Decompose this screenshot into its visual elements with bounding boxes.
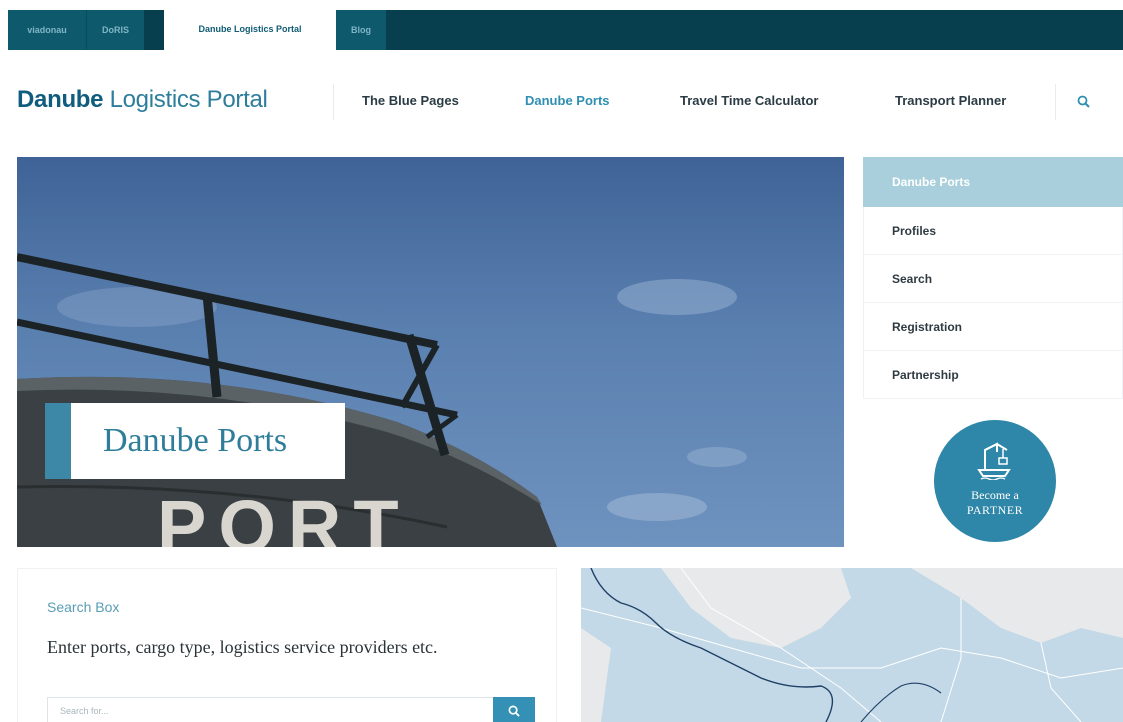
map-graphic	[581, 568, 1123, 722]
search-box-description: Enter ports, cargo type, logistics servi…	[47, 637, 438, 657]
danube-map[interactable]	[581, 568, 1123, 722]
nav-divider	[333, 84, 334, 120]
search-input[interactable]	[47, 697, 497, 722]
nav-travel-time-calculator[interactable]: Travel Time Calculator	[680, 74, 819, 128]
painted-port-text: PORT	[157, 485, 411, 547]
sidebar-item-search[interactable]: Search	[863, 255, 1123, 303]
nav-divider	[1055, 84, 1056, 120]
search-box-card: Search Box Enter ports, cargo type, logi…	[17, 568, 557, 722]
logo-rest-text: Logistics Portal	[103, 86, 268, 113]
partner-line-1: Become a	[971, 488, 1019, 502]
sidebar-item-registration[interactable]: Registration	[863, 303, 1123, 351]
site-switcher-bar: viadonau DoRIS Danube Logistics Portal B…	[8, 9, 1123, 50]
hero-photo: PORT	[17, 253, 747, 547]
nav-transport-planner[interactable]: Transport Planner	[895, 74, 1006, 128]
nav-search-button[interactable]	[1058, 74, 1108, 128]
hero-title-box: Danube Ports	[45, 403, 345, 479]
sidebar-item-profiles[interactable]: Profiles	[863, 207, 1123, 255]
sidebar-item-partnership[interactable]: Partnership	[863, 351, 1123, 399]
tab-viadonau[interactable]: viadonau	[8, 10, 86, 50]
partner-line-2: PARTNER	[966, 503, 1024, 517]
search-box-heading: Search Box	[47, 599, 120, 615]
tab-blog[interactable]: Blog	[336, 10, 386, 50]
nav-danube-ports[interactable]: Danube Ports	[525, 74, 610, 128]
crane-icon	[977, 442, 1011, 480]
page-title: Danube Ports	[103, 422, 288, 459]
hero-banner: PORT Danube Ports	[17, 157, 844, 547]
logo-bold-text: Danube	[17, 86, 104, 113]
search-icon	[508, 705, 520, 717]
search-submit-button[interactable]	[493, 697, 535, 722]
search-icon	[1077, 95, 1090, 108]
tab-doris[interactable]: DoRIS	[86, 10, 144, 50]
tab-danube-logistics-portal[interactable]: Danube Logistics Portal	[164, 9, 336, 50]
site-logo[interactable]: Danube Logistics Portal	[17, 86, 268, 114]
nav-blue-pages[interactable]: The Blue Pages	[362, 74, 459, 128]
section-menu: Danube Ports Profiles Search Registratio…	[863, 157, 1123, 399]
become-partner-button[interactable]: Become a PARTNER	[934, 420, 1056, 542]
sidebar-item-danube-ports[interactable]: Danube Ports	[863, 157, 1123, 207]
